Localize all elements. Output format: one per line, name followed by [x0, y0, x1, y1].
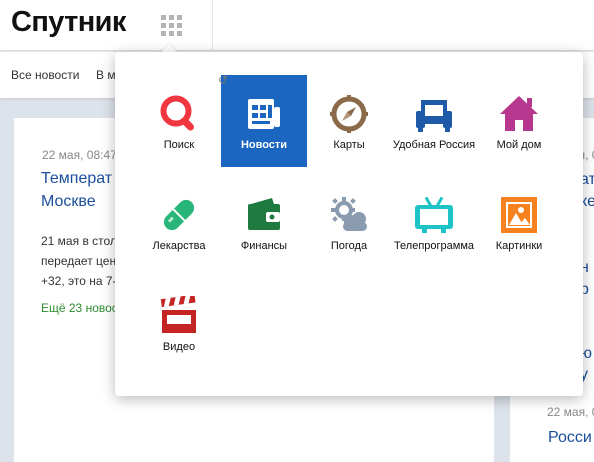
pill-icon [163, 199, 195, 231]
news-headline[interactable]: Температ [41, 167, 112, 191]
service-maps[interactable]: Карты [306, 75, 392, 167]
service-my-home[interactable]: Мой дом [476, 75, 562, 167]
news-headline[interactable]: Росси [548, 426, 592, 450]
subnav-item-all-news[interactable]: Все новости [11, 68, 79, 82]
service-label: Картинки [495, 240, 543, 252]
compass-icon [330, 95, 368, 133]
apps-grid-icon[interactable] [159, 13, 184, 38]
services-popup: Поиск Новости Карты Удобная Россия Мой д… [115, 52, 583, 396]
news-snippet-line: 21 мая в стол [41, 234, 117, 248]
service-images[interactable]: Картинки [476, 176, 562, 268]
service-tv-guide[interactable]: Телепрограмма [391, 176, 477, 268]
service-label: Мой дом [496, 139, 542, 151]
service-finance[interactable]: Финансы [221, 176, 307, 268]
subnav-item-truncated[interactable]: В м [96, 68, 116, 82]
more-news-link[interactable]: Ещё 23 новос [41, 301, 118, 315]
news-snippet-line: +32, это на 7- [41, 274, 117, 288]
divider [212, 0, 213, 50]
wallet-icon [248, 198, 280, 230]
news-headline-cont[interactable]: Москве [41, 190, 96, 214]
service-comfortable-russia[interactable]: Удобная Россия [391, 75, 477, 167]
tv-icon [415, 196, 453, 233]
service-news[interactable]: Новости [221, 75, 307, 167]
news-date: 22 мая, 08:47 [42, 148, 117, 162]
newspaper-icon [248, 99, 280, 129]
undo-arrow-icon[interactable]: ↺ [218, 73, 228, 87]
top-bar: Спутник [0, 0, 594, 50]
clapperboard-icon [160, 296, 196, 333]
news-date: 22 мая, 0 [547, 405, 594, 419]
service-weather[interactable]: Погода [306, 176, 392, 268]
search-icon [160, 95, 194, 131]
news-snippet-line: передает цен [41, 254, 117, 268]
service-search[interactable]: Поиск [136, 75, 222, 167]
weather-icon [331, 197, 367, 231]
service-video[interactable]: Видео [136, 277, 222, 369]
service-label: Видео [162, 341, 196, 353]
armchair-icon [416, 100, 452, 132]
service-medicines[interactable]: Лекарства [136, 176, 222, 268]
picture-icon [501, 197, 537, 233]
house-icon [500, 96, 538, 131]
sputnik-logo[interactable]: Спутник [11, 6, 126, 39]
